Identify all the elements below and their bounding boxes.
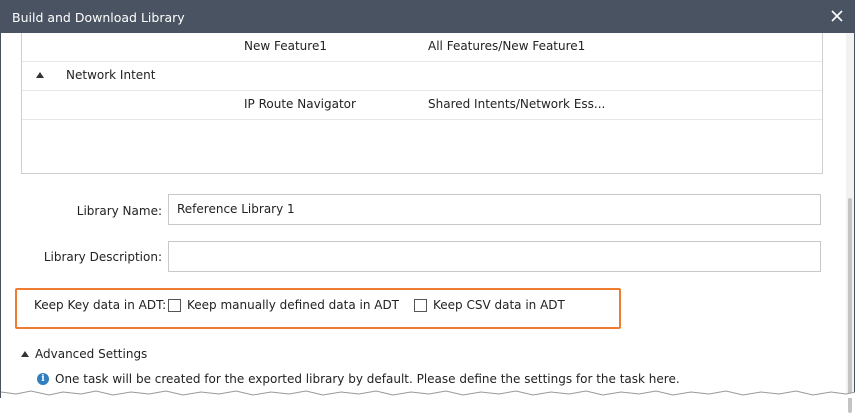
keep-manual-label: Keep manually defined data in ADT bbox=[187, 298, 400, 312]
library-description-label: Library Description: bbox=[43, 250, 162, 264]
collapse-triangle-icon[interactable] bbox=[36, 72, 44, 78]
info-icon: i bbox=[37, 373, 49, 385]
feature-tree: New Feature1 All Features/New Feature1 N… bbox=[21, 33, 823, 174]
tree-group-row[interactable]: Network Intent bbox=[22, 62, 822, 91]
tree-row-path: All Features/New Feature1 bbox=[428, 39, 586, 53]
info-text: One task will be created for the exporte… bbox=[55, 372, 680, 386]
scrollbar-thumb[interactable] bbox=[848, 198, 852, 413]
library-description-input[interactable] bbox=[168, 241, 821, 272]
vertical-scrollbar[interactable] bbox=[846, 33, 854, 413]
info-message: i One task will be created for the expor… bbox=[37, 372, 680, 386]
close-icon[interactable] bbox=[829, 8, 845, 24]
tree-group-label: Network Intent bbox=[66, 68, 156, 82]
advanced-settings-toggle[interactable]: Advanced Settings bbox=[21, 347, 147, 361]
tree-row[interactable]: New Feature1 All Features/New Feature1 bbox=[22, 33, 822, 62]
tree-row-name: New Feature1 bbox=[244, 39, 327, 53]
keep-key-data-label: Keep Key data in ADT: bbox=[34, 298, 167, 312]
tree-row[interactable]: IP Route Navigator Shared Intents/Networ… bbox=[22, 91, 822, 120]
dialog-titlebar: Build and Download Library bbox=[1, 1, 854, 33]
keep-csv-option[interactable]: Keep CSV data in ADT bbox=[414, 298, 565, 312]
dialog-title: Build and Download Library bbox=[12, 10, 185, 25]
tree-row-path: Shared Intents/Network Ess... bbox=[428, 97, 606, 111]
tree-row-name: IP Route Navigator bbox=[244, 97, 356, 111]
keep-manual-option[interactable]: Keep manually defined data in ADT bbox=[168, 298, 399, 312]
collapse-triangle-icon bbox=[21, 351, 29, 357]
torn-edge bbox=[1, 390, 855, 398]
keep-csv-label: Keep CSV data in ADT bbox=[433, 298, 565, 312]
keep-manual-checkbox[interactable] bbox=[168, 298, 181, 312]
keep-csv-checkbox[interactable] bbox=[414, 298, 427, 312]
build-download-library-dialog: Build and Download Library New Feature1 … bbox=[0, 0, 855, 413]
advanced-settings-label: Advanced Settings bbox=[35, 347, 148, 361]
library-name-label: Library Name: bbox=[76, 204, 162, 218]
library-name-input[interactable]: Reference Library 1 bbox=[168, 194, 821, 225]
